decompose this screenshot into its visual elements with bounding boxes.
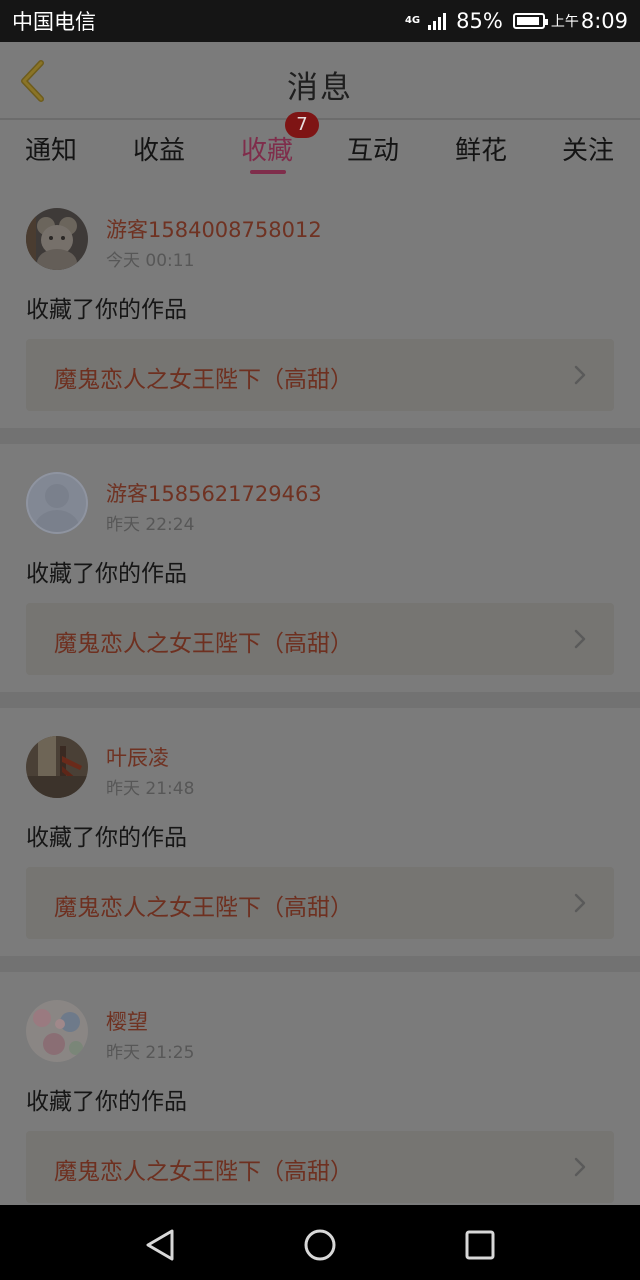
user-name[interactable]: 樱望 <box>106 1006 148 1036</box>
work-title: 魔鬼恋人之女王陛下（高甜） <box>54 367 353 393</box>
network-label: 4G <box>404 15 421 26</box>
nav-recents-button[interactable] <box>460 1225 500 1265</box>
carrier-label: 中国电信 <box>12 10 96 34</box>
action-text: 收藏了你的作品 <box>26 825 187 851</box>
bear-avatar-icon <box>26 208 88 270</box>
tab-following[interactable]: 关注 <box>562 130 614 167</box>
chevron-right-icon <box>574 365 586 385</box>
avatar[interactable] <box>26 736 88 798</box>
floral-avatar-icon <box>26 1000 88 1062</box>
page-title: 消息 <box>287 70 353 106</box>
timestamp: 昨天 21:48 <box>106 779 195 799</box>
default-avatar-icon <box>26 472 88 534</box>
photo-avatar-icon <box>26 736 88 798</box>
system-nav-bar <box>0 1205 640 1280</box>
clock-time: 8:09 <box>580 9 628 33</box>
tab-bar: 通知 收益 收藏 互动 鲜花 关注 7 <box>0 112 640 180</box>
status-indicators: 4G 85% 上午 8:09 <box>405 9 628 33</box>
work-link[interactable]: 魔鬼恋人之女王陛下（高甜） <box>26 1131 614 1203</box>
avatar[interactable] <box>26 208 88 270</box>
home-circle-icon <box>304 1229 336 1261</box>
app-header: 消息 <box>0 42 640 120</box>
timestamp: 今天 00:11 <box>106 251 195 271</box>
action-text: 收藏了你的作品 <box>26 1089 187 1115</box>
battery-icon <box>512 13 548 29</box>
tab-earnings[interactable]: 收益 <box>133 130 185 167</box>
action-text: 收藏了你的作品 <box>26 297 187 323</box>
user-name[interactable]: 游客1585621729463 <box>106 478 322 508</box>
tab-interaction[interactable]: 互动 <box>347 130 399 167</box>
message-list: 游客1584008758012 今天 00:11 收藏了你的作品 魔鬼恋人之女王… <box>0 180 640 1236</box>
chevron-right-icon <box>574 1157 586 1177</box>
work-link[interactable]: 魔鬼恋人之女王陛下（高甜） <box>26 603 614 675</box>
nav-back-button[interactable] <box>140 1225 180 1265</box>
back-triangle-icon <box>146 1229 174 1261</box>
work-title: 魔鬼恋人之女王陛下（高甜） <box>54 895 353 921</box>
message-card: 叶辰凌 昨天 21:48 收藏了你的作品 魔鬼恋人之女王陛下（高甜） <box>0 708 640 972</box>
signal-icon <box>428 12 447 30</box>
work-link[interactable]: 魔鬼恋人之女王陛下（高甜） <box>26 339 614 411</box>
work-title: 魔鬼恋人之女王陛下（高甜） <box>54 631 353 657</box>
tab-favorites[interactable]: 收藏 <box>241 130 293 167</box>
work-title: 魔鬼恋人之女王陛下（高甜） <box>54 1159 353 1185</box>
status-bar: 中国电信 4G 85% 上午 8:09 <box>0 0 640 42</box>
message-card: 樱望 昨天 21:25 收藏了你的作品 魔鬼恋人之女王陛下（高甜） <box>0 972 640 1236</box>
battery-percent: 85% <box>456 9 503 33</box>
avatar[interactable] <box>26 472 88 534</box>
tab-active-indicator <box>250 170 286 174</box>
tab-notice[interactable]: 通知 <box>25 130 77 167</box>
timestamp: 昨天 21:25 <box>106 1043 195 1063</box>
chevron-right-icon <box>574 893 586 913</box>
action-text: 收藏了你的作品 <box>26 561 187 587</box>
avatar[interactable] <box>26 1000 88 1062</box>
user-name[interactable]: 游客1584008758012 <box>106 214 322 244</box>
tab-flowers[interactable]: 鲜花 <box>455 130 507 167</box>
message-card: 游客1584008758012 今天 00:11 收藏了你的作品 魔鬼恋人之女王… <box>0 180 640 444</box>
recent-square-icon <box>465 1230 495 1260</box>
favorites-badge: 7 <box>285 112 319 138</box>
timestamp: 昨天 22:24 <box>106 515 195 535</box>
chevron-right-icon <box>574 629 586 649</box>
work-link[interactable]: 魔鬼恋人之女王陛下（高甜） <box>26 867 614 939</box>
nav-home-button[interactable] <box>300 1225 340 1265</box>
user-name[interactable]: 叶辰凌 <box>106 742 169 772</box>
time-period: 上午 <box>550 14 579 30</box>
message-card: 游客1585621729463 昨天 22:24 收藏了你的作品 魔鬼恋人之女王… <box>0 444 640 708</box>
